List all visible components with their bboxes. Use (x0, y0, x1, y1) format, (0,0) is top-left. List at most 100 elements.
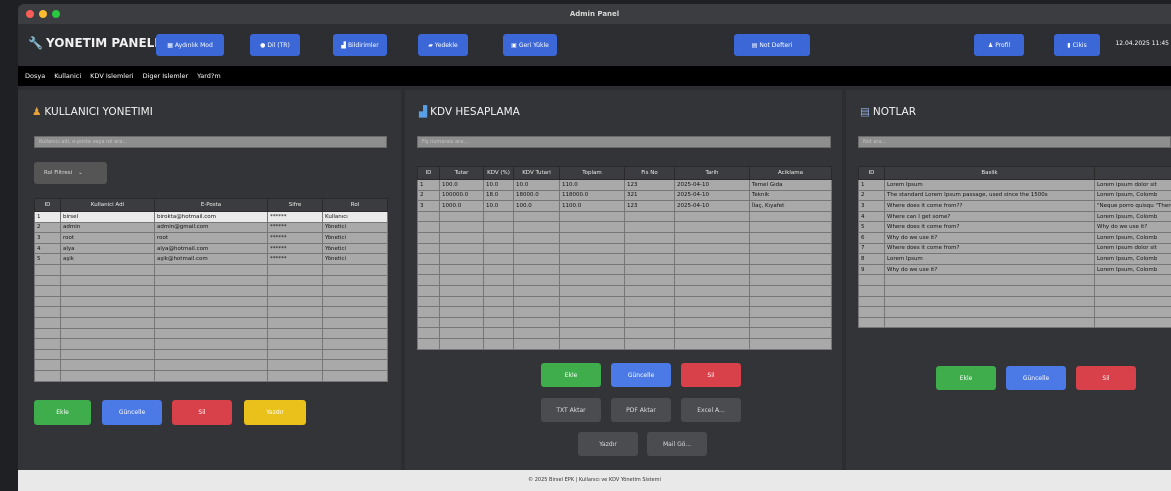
table-row[interactable]: 5 Where does it come from? Why do we use i… (858, 221, 1171, 233)
notepad-button[interactable]: ▤ Not Defteri (734, 34, 810, 56)
menu-kdv[interactable]: KDV Islemleri (90, 72, 133, 80)
table-row[interactable] (417, 231, 832, 244)
menu-other[interactable]: Diger Islemler (143, 72, 189, 80)
users-table[interactable]: ID Kullanici Adi E-Posta Sifre Rol 1 birsel bi… (34, 198, 388, 382)
language-button[interactable]: ● Dil (TR) (250, 34, 300, 56)
minimize-window-button[interactable] (39, 10, 47, 18)
kdv-table[interactable]: ID Tutar KDV (%) KDV Tutari Toplam Fis No Tari… (417, 166, 832, 350)
table-row[interactable] (858, 306, 1171, 318)
update-note-button[interactable]: Güncelle (1006, 366, 1066, 390)
table-row[interactable]: 9 Why do we use it? Lorem Ipsum, Colomb (858, 263, 1171, 276)
add-user-button[interactable]: Ekle (34, 400, 91, 425)
column-header[interactable]: Sifre (267, 198, 323, 212)
column-header[interactable]: Baslik (884, 166, 1095, 180)
add-note-button[interactable]: Ekle (936, 366, 996, 390)
table-row[interactable] (417, 274, 832, 286)
column-header[interactable]: Rol (322, 198, 388, 212)
table-row[interactable] (417, 253, 832, 265)
export-pdf-button[interactable]: PDF Aktar (611, 398, 671, 422)
add-kdv-button[interactable]: Ekle (541, 363, 601, 387)
column-header[interactable]: Kullanici Adi (60, 198, 155, 212)
restore-button[interactable]: ▣ Geri Yükle (503, 34, 557, 56)
kdv-search-input[interactable]: Fiş numarası ara... (417, 136, 831, 148)
table-row[interactable] (858, 295, 1171, 308)
export-excel-button[interactable]: Excel A... (681, 398, 741, 422)
export-txt-button[interactable]: TXT Aktar (541, 398, 601, 422)
table-row[interactable]: 3 root root ****** Yönetici (34, 232, 388, 244)
profile-button[interactable]: ♟ Profil (974, 34, 1024, 56)
table-row[interactable] (417, 306, 832, 318)
table-row[interactable]: 1 100.0 10.0 10.0 110.0 123 2025-04-10 Temel Gı… (417, 179, 832, 191)
column-header[interactable]: ID (417, 166, 440, 180)
table-row[interactable]: 5 aşik aşik@hotmail.com ****** Yönetici (34, 253, 388, 265)
table-row[interactable]: 2 admin admin@gmail.com ****** Yönetici (34, 221, 388, 234)
table-row[interactable] (34, 306, 388, 318)
column-header[interactable]: Toplam (559, 166, 625, 180)
column-header[interactable]: Aciklama (749, 166, 832, 180)
table-row[interactable] (417, 337, 832, 350)
table-row[interactable] (417, 210, 832, 223)
column-header[interactable]: Tutar (439, 166, 484, 180)
table-row[interactable] (34, 359, 388, 371)
notes-search-input[interactable]: Not ara... (858, 136, 1171, 148)
role-filter-select[interactable]: Rol Filtresi ⌄ (34, 162, 107, 184)
close-window-button[interactable] (26, 10, 34, 18)
update-user-button[interactable]: Güncelle (102, 400, 162, 425)
print-users-button[interactable]: Yazdır (244, 400, 306, 425)
notifications-button[interactable]: ▟ Bildirimler (333, 34, 387, 56)
table-row[interactable] (34, 285, 388, 297)
table-row[interactable] (34, 263, 388, 276)
column-header[interactable]: Fis No (624, 166, 675, 180)
column-header[interactable]: KDV Tutari (513, 166, 560, 180)
menu-user[interactable]: Kullanici (54, 72, 81, 80)
menu-help[interactable]: Yard?m (197, 72, 221, 80)
table-row[interactable] (34, 316, 388, 329)
column-header[interactable]: ID (858, 166, 885, 180)
table-row[interactable] (858, 284, 1171, 297)
table-row[interactable]: 3 Where does it come from?? "Neque porro q… (858, 200, 1171, 212)
column-header[interactable]: ID (34, 198, 61, 212)
table-row[interactable] (417, 221, 832, 233)
table-row[interactable] (417, 316, 832, 329)
table-row[interactable]: 2 The standard Lorem Ipsum passage, used … (858, 189, 1171, 202)
table-row[interactable] (34, 338, 388, 350)
table-row[interactable] (417, 327, 832, 339)
table-row[interactable] (417, 284, 832, 297)
delete-user-button[interactable]: Sil (172, 400, 232, 425)
table-row[interactable]: 2 100000.0 18.0 18000.0 118000.0 321 2025-04-1… (417, 189, 832, 202)
menu-file[interactable]: Dosya (25, 72, 45, 80)
table-row[interactable]: 1 birsel birokta@hotmail.com ****** Kullanıc… (34, 211, 388, 223)
table-row[interactable]: 7 Where does it come from? Lorem ipsum dol… (858, 242, 1171, 255)
logout-button[interactable]: ▮ Cikis (1054, 34, 1100, 56)
table-row[interactable]: 4 Where can I get some? Lorem Ipsum, Colom… (858, 210, 1171, 223)
column-header[interactable]: Tarih (674, 166, 750, 180)
table-row[interactable] (417, 295, 832, 308)
table-row[interactable] (858, 274, 1171, 286)
table-row[interactable] (417, 242, 832, 255)
table-row[interactable]: 3 1000.0 10.0 100.0 1100.0 123 2025-04-10 İlaç,… (417, 200, 832, 212)
delete-note-button[interactable]: Sil (1076, 366, 1136, 390)
light-mode-button[interactable]: ▦ Aydınlık Mod (156, 34, 224, 56)
table-row[interactable] (417, 263, 832, 276)
update-kdv-button[interactable]: Güncelle (611, 363, 671, 387)
table-row[interactable]: 8 Lorem Ipsum Lorem Ipsum, Colomb (858, 253, 1171, 265)
table-row[interactable] (34, 274, 388, 287)
table-row[interactable] (34, 327, 388, 340)
table-row[interactable]: 1 Lorem Ipsum Lorem ipsum dolor sit (858, 179, 1171, 191)
table-row[interactable] (34, 295, 388, 308)
maximize-window-button[interactable] (52, 10, 60, 18)
column-header[interactable] (1094, 166, 1171, 180)
table-row[interactable]: 4 alya alya@hotmail.com ****** Yönetici (34, 242, 388, 255)
send-mail-button[interactable]: Mail Gö... (647, 432, 707, 456)
notes-table[interactable]: ID Baslik 1 Lorem Ipsum Lorem ipsum dolor s… (858, 166, 1171, 329)
user-search-input[interactable]: Kullanıcı adı, e-posta veya rol ara... (34, 136, 387, 148)
column-header[interactable]: KDV (%) (483, 166, 514, 180)
table-row[interactable] (34, 348, 388, 361)
table-row[interactable] (858, 316, 1171, 329)
table-row[interactable]: 6 Why do we use it? Lorem Ipsum, Colomb (858, 231, 1171, 244)
table-row[interactable] (34, 369, 388, 382)
delete-kdv-button[interactable]: Sil (681, 363, 741, 387)
column-header[interactable]: E-Posta (154, 198, 268, 212)
backup-button[interactable]: ▰ Yedekle (418, 34, 468, 56)
print-kdv-button[interactable]: Yazdır (578, 432, 638, 456)
